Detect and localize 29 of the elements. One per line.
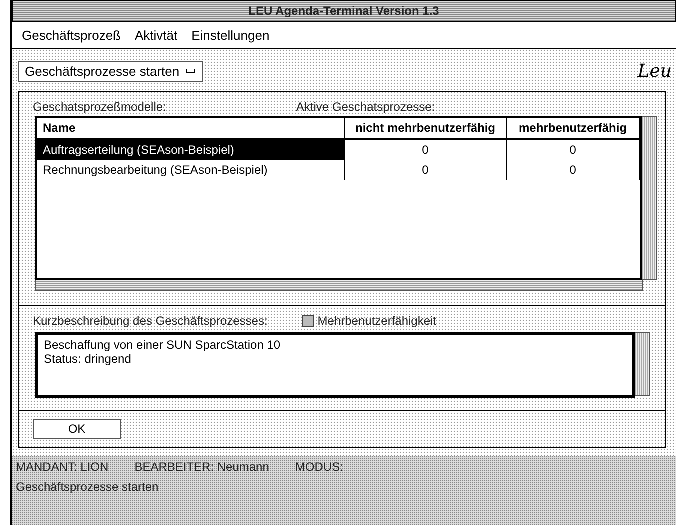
- table-cell[interactable]: Auftragserteilung (SEAson-Beispiel): [37, 140, 345, 160]
- status-message: Geschäftsprozesse starten: [16, 480, 159, 494]
- ok-button[interactable]: OK: [33, 419, 121, 439]
- table-cell: 0: [507, 160, 640, 180]
- vertical-scrollbar[interactable]: [642, 116, 657, 280]
- section-label: Aktive Geschatsprozesse:: [296, 100, 436, 114]
- return-icon: [186, 68, 196, 74]
- menu-item[interactable]: Aktivtät: [135, 28, 178, 42]
- description-field[interactable]: Beschaffung von einer SUN SparcStation 10 Status: dringend: [35, 332, 635, 398]
- column-header: mehrbenutzerfähig: [507, 118, 640, 140]
- table-cell[interactable]: Rechnungsbearbeitung (SEAson-Beispiel): [37, 160, 345, 180]
- menu-item[interactable]: Geschäftsprozeß: [22, 28, 121, 42]
- status-text: MANDANT: LION: [16, 460, 109, 474]
- column-header: nicht mehrbenutzerfähig: [345, 118, 507, 140]
- status-text: MODUS:: [295, 460, 344, 474]
- section-label: Geschatsprozeßmodelle:: [33, 100, 166, 114]
- description-label: Kurzbeschreibung des Geschäftsprozesses:: [33, 314, 268, 328]
- horizontal-scrollbar[interactable]: [35, 280, 643, 291]
- table-cell: 0: [507, 140, 640, 160]
- table-cell: 0: [345, 140, 507, 160]
- checkbox-label: Mehrbenutzerfähigkeit: [318, 314, 437, 328]
- window-title: LEU Agenda-Terminal Version 1.3: [248, 4, 440, 18]
- process-dropdown[interactable]: Geschäftsprozesse starten: [18, 60, 203, 82]
- checkbox[interactable]: [302, 315, 314, 327]
- table-cell: 0: [345, 160, 507, 180]
- logo: Leu: [638, 60, 672, 82]
- status-text: BEARBEITER: Neumann: [134, 460, 270, 474]
- vertical-scrollbar[interactable]: [635, 332, 650, 396]
- menu-item[interactable]: Einstellungen: [192, 28, 270, 42]
